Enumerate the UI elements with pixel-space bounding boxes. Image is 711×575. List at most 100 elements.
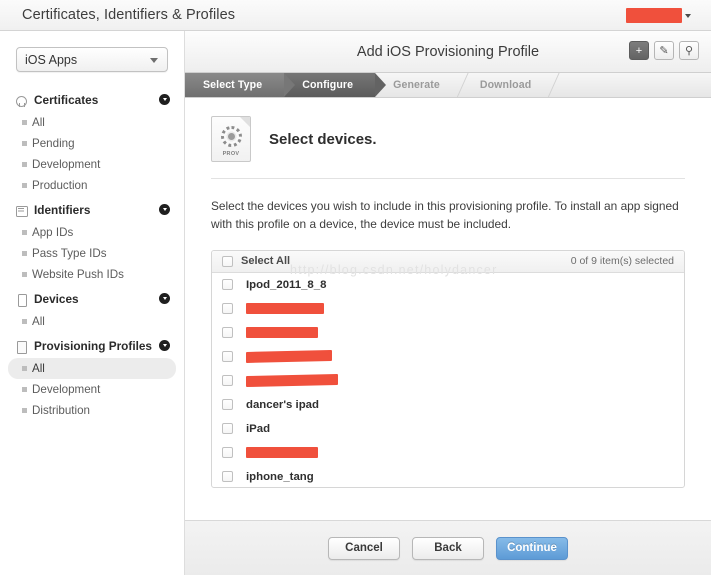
sidebar-item-label: Website Push IDs bbox=[32, 268, 124, 281]
bullet-icon bbox=[22, 141, 27, 146]
account-menu[interactable] bbox=[626, 8, 691, 23]
chevron-down-icon[interactable] bbox=[159, 94, 170, 105]
bullet-icon bbox=[22, 319, 27, 324]
sidebar-group-header-identifiers[interactable]: Identifiers bbox=[0, 198, 184, 222]
section-header: PROV Select devices. bbox=[211, 116, 685, 179]
search-button[interactable]: ⚲ bbox=[679, 41, 699, 60]
device-checkbox[interactable] bbox=[222, 423, 233, 435]
device-row[interactable]: iphone_tang bbox=[212, 465, 684, 487]
step-download[interactable]: Download bbox=[462, 73, 553, 97]
chevron-down-icon bbox=[150, 58, 158, 63]
sidebar-item-app-ids[interactable]: App IDs bbox=[8, 222, 176, 243]
device-row[interactable] bbox=[212, 297, 684, 321]
sidebar-item-production[interactable]: Production bbox=[8, 175, 176, 196]
wizard-footer: Cancel Back Continue bbox=[185, 520, 711, 575]
sidebar-group-header-certificates[interactable]: Certificates bbox=[0, 88, 184, 112]
select-all-checkbox[interactable] bbox=[222, 255, 233, 267]
app-type-select[interactable]: iOS Apps bbox=[16, 47, 168, 72]
step-select-type[interactable]: Select Type bbox=[185, 73, 296, 97]
device-checkbox[interactable] bbox=[222, 471, 233, 483]
sidebar-nav: Certificates All Pending Development Product… bbox=[0, 88, 184, 421]
device-name-redacted bbox=[246, 447, 318, 459]
chevron-down-icon[interactable] bbox=[159, 204, 170, 215]
device-checkbox[interactable] bbox=[222, 399, 233, 411]
chevron-down-icon[interactable] bbox=[159, 340, 170, 351]
provisioning-icon-label: PROV bbox=[222, 151, 240, 157]
gear-center-icon bbox=[228, 133, 235, 140]
certificate-icon bbox=[16, 94, 27, 107]
content-header: Add iOS Provisioning Profile + ✎ ⚲ bbox=[185, 31, 711, 73]
sidebar-item-label: Distribution bbox=[32, 404, 90, 417]
sidebar-item-distribution[interactable]: Distribution bbox=[8, 400, 176, 421]
app-window: Certificates, Identifiers & Profiles iOS… bbox=[0, 0, 711, 575]
sidebar-group-provisioning-profiles: Provisioning Profiles All Development Distr… bbox=[0, 334, 184, 421]
bullet-icon bbox=[22, 366, 27, 371]
search-icon: ⚲ bbox=[684, 45, 694, 57]
device-row[interactable]: Ipod_2011_8_8 bbox=[212, 273, 684, 297]
device-list: http://blog.csdn.net/holydancer Select A… bbox=[211, 249, 685, 488]
main-layout: iOS Apps Certificates All Pending Developme… bbox=[0, 31, 711, 575]
device-name-redacted bbox=[246, 350, 332, 364]
step-generate[interactable]: Generate bbox=[375, 73, 462, 97]
sidebar-item-all[interactable]: All bbox=[8, 311, 176, 332]
step-configure[interactable]: Configure bbox=[284, 73, 387, 97]
device-row[interactable] bbox=[212, 321, 684, 345]
device-checkbox[interactable] bbox=[222, 303, 233, 315]
edit-button[interactable]: ✎ bbox=[654, 41, 674, 60]
add-button[interactable]: + bbox=[629, 41, 649, 60]
step-label: Select Type bbox=[203, 79, 263, 91]
page-fold-corner bbox=[240, 117, 250, 127]
sidebar-item-all[interactable]: All bbox=[8, 112, 176, 133]
device-checkbox[interactable] bbox=[222, 351, 233, 363]
sidebar-group-label: Devices bbox=[34, 292, 79, 306]
content-area: Add iOS Provisioning Profile + ✎ ⚲ Select … bbox=[185, 31, 711, 575]
device-checkbox[interactable] bbox=[222, 375, 233, 387]
select-all-label: Select All bbox=[241, 255, 291, 268]
chevron-down-icon bbox=[685, 13, 691, 18]
device-checkbox[interactable] bbox=[222, 279, 233, 291]
sidebar-item-label: Development bbox=[32, 158, 101, 171]
device-name-redacted bbox=[246, 303, 324, 315]
pencil-edit-icon: ✎ bbox=[659, 45, 669, 57]
cancel-button[interactable]: Cancel bbox=[328, 536, 400, 560]
sidebar-item-all[interactable]: All bbox=[8, 358, 176, 379]
device-checkbox[interactable] bbox=[222, 447, 233, 459]
device-row[interactable] bbox=[212, 345, 684, 369]
sidebar-item-development[interactable]: Development bbox=[8, 379, 176, 400]
device-name-label: iphone_tang bbox=[246, 470, 314, 483]
back-button[interactable]: Back bbox=[412, 536, 484, 560]
account-name-redacted bbox=[626, 8, 682, 23]
chevron-down-icon[interactable] bbox=[159, 293, 170, 304]
device-checkbox[interactable] bbox=[222, 327, 233, 339]
sidebar-group-header-provisioning-profiles[interactable]: Provisioning Profiles bbox=[0, 334, 184, 358]
sidebar-item-development[interactable]: Development bbox=[8, 154, 176, 175]
sidebar-group-header-devices[interactable]: Devices bbox=[0, 287, 184, 311]
device-row[interactable] bbox=[212, 441, 684, 465]
sidebar-item-pending[interactable]: Pending bbox=[8, 133, 176, 154]
device-list-header: Select All 0 of 9 item(s) selected bbox=[212, 250, 684, 273]
device-name-label: dancer's ipad bbox=[246, 398, 319, 411]
bullet-icon bbox=[22, 251, 27, 256]
sidebar-item-label: All bbox=[32, 116, 45, 129]
bullet-icon bbox=[22, 120, 27, 125]
sidebar-item-label: All bbox=[32, 362, 45, 375]
sidebar-item-website-push-ids[interactable]: Website Push IDs bbox=[8, 264, 176, 285]
device-rows: Ipod_2011_8_8 dancer's ipad iPad iphone_tan… bbox=[212, 273, 684, 487]
sidebar-item-pass-type-ids[interactable]: Pass Type IDs bbox=[8, 243, 176, 264]
bullet-icon bbox=[22, 408, 27, 413]
sidebar: iOS Apps Certificates All Pending Developme… bbox=[0, 31, 185, 575]
step-label: Generate bbox=[393, 79, 440, 91]
page-title: Certificates, Identifiers & Profiles bbox=[22, 7, 236, 23]
sidebar-item-label: Production bbox=[32, 179, 88, 192]
device-row[interactable] bbox=[212, 369, 684, 393]
bullet-icon bbox=[22, 230, 27, 235]
sidebar-group-label: Identifiers bbox=[34, 203, 91, 217]
wizard-stepbar: Select Type Configure Generate Download bbox=[185, 73, 711, 98]
device-row[interactable]: iPad bbox=[212, 417, 684, 441]
section-description: Select the devices you wish to include i… bbox=[211, 199, 679, 232]
provisioning-profile-icon: PROV bbox=[211, 116, 251, 162]
step-arrow-icon bbox=[375, 73, 387, 97]
continue-button[interactable]: Continue bbox=[496, 536, 568, 560]
step-arrow-icon bbox=[462, 73, 473, 97]
device-row[interactable]: dancer's ipad bbox=[212, 393, 684, 417]
